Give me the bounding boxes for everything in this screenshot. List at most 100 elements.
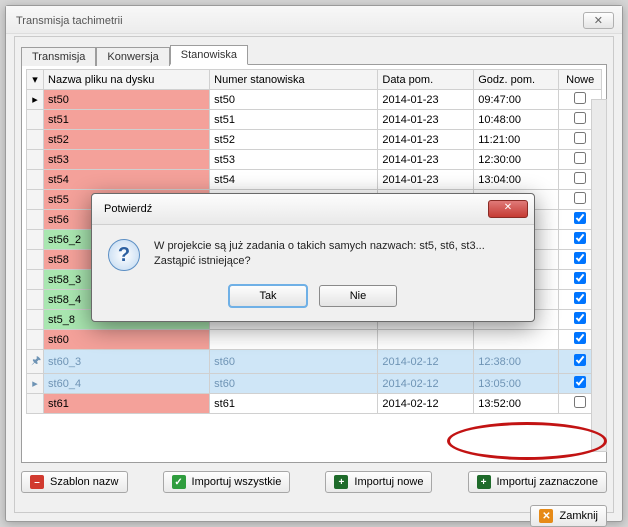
row-marker	[27, 270, 44, 290]
dialog-close-button[interactable]: ✕	[488, 200, 528, 218]
cell-date: 2014-01-23	[378, 90, 474, 110]
cell-date: 2014-01-23	[378, 130, 474, 150]
cell-date: 2014-01-23	[378, 170, 474, 190]
row-marker	[27, 170, 44, 190]
new-checkbox[interactable]	[574, 92, 586, 104]
window-close-button[interactable]: ✕	[583, 12, 614, 29]
table-row[interactable]: st52st522014-01-2311:21:00	[27, 130, 602, 150]
import-all-button[interactable]: ✓ Importuj wszystkie	[163, 471, 291, 493]
vertical-scrollbar[interactable]	[591, 99, 607, 452]
dialog-title: Potwierdź	[104, 203, 152, 215]
table-row[interactable]: ▸st50st502014-01-2309:47:00	[27, 90, 602, 110]
cell-date: 2014-02-12	[378, 350, 474, 374]
grid-header-time[interactable]: Godz. pom.	[474, 70, 559, 90]
new-checkbox[interactable]	[574, 212, 586, 224]
tab-stanowiska[interactable]: Stanowiska	[170, 45, 248, 65]
row-marker: 🖈	[27, 350, 44, 374]
import-all-label: Importuj wszystkie	[192, 476, 282, 488]
plus-icon: +	[334, 475, 348, 489]
cell-time: 13:05:00	[474, 374, 559, 394]
grid-header-new[interactable]: Nowe	[559, 70, 602, 90]
cell-station: st60	[210, 374, 378, 394]
new-checkbox[interactable]	[574, 354, 586, 366]
import-new-button[interactable]: + Importuj nowe	[325, 471, 432, 493]
new-checkbox[interactable]	[574, 376, 586, 388]
cell-filename: st60_3	[44, 350, 210, 374]
tab-konwersja[interactable]: Konwersja	[96, 47, 169, 66]
cell-time: 12:30:00	[474, 150, 559, 170]
dialog-no-button[interactable]: Nie	[319, 285, 397, 307]
cell-filename: st52	[44, 130, 210, 150]
cell-time: 09:47:00	[474, 90, 559, 110]
dialog-titlebar: Potwierdź ✕	[92, 194, 534, 225]
row-marker	[27, 190, 44, 210]
row-marker	[27, 310, 44, 330]
row-marker	[27, 290, 44, 310]
table-row[interactable]: 🖈st60_3st602014-02-1212:38:00	[27, 350, 602, 374]
cell-filename: st60	[44, 330, 210, 350]
cell-date: 2014-01-23	[378, 110, 474, 130]
close-button[interactable]: ✕ Zamknij	[530, 505, 607, 527]
cell-filename: st50	[44, 90, 210, 110]
table-row[interactable]: st60	[27, 330, 602, 350]
tab-strip: Transmisja Konwersja Stanowiska	[21, 43, 607, 65]
row-marker: ▸	[27, 374, 44, 394]
table-row[interactable]: st51st512014-01-2310:48:00	[27, 110, 602, 130]
import-selected-label: Importuj zaznaczone	[497, 476, 599, 488]
table-row[interactable]: st54st542014-01-2313:04:00	[27, 170, 602, 190]
confirm-dialog: Potwierdź ✕ ? W projekcie są już zadania…	[91, 193, 535, 322]
new-checkbox[interactable]	[574, 312, 586, 324]
row-marker	[27, 230, 44, 250]
cell-station: st50	[210, 90, 378, 110]
cell-station: st51	[210, 110, 378, 130]
cell-time: 13:52:00	[474, 394, 559, 414]
cell-station: st54	[210, 170, 378, 190]
dialog-text: W projekcie są już zadania o takich samy…	[154, 239, 485, 271]
new-checkbox[interactable]	[574, 292, 586, 304]
row-marker	[27, 250, 44, 270]
import-new-label: Importuj nowe	[354, 476, 423, 488]
new-checkbox[interactable]	[574, 232, 586, 244]
new-checkbox[interactable]	[574, 172, 586, 184]
grid-header-date[interactable]: Data pom.	[378, 70, 474, 90]
dialog-yes-button[interactable]: Tak	[229, 285, 307, 307]
toolbar: – Szablon nazw ✓ Importuj wszystkie + Im…	[21, 471, 607, 493]
new-checkbox[interactable]	[574, 332, 586, 344]
new-checkbox[interactable]	[574, 272, 586, 284]
new-checkbox[interactable]	[574, 152, 586, 164]
row-marker	[27, 330, 44, 350]
cell-time: 10:48:00	[474, 110, 559, 130]
cell-station: st53	[210, 150, 378, 170]
table-row[interactable]: st53st532014-01-2312:30:00	[27, 150, 602, 170]
titlebar: Transmisja tachimetrii ✕	[6, 6, 622, 34]
template-names-button[interactable]: – Szablon nazw	[21, 471, 128, 493]
dialog-body: ? W projekcie są już zadania o takich sa…	[92, 225, 534, 279]
new-checkbox[interactable]	[574, 132, 586, 144]
import-selected-button[interactable]: + Importuj zaznaczone	[468, 471, 608, 493]
table-row[interactable]: ▸st60_4st602014-02-1213:05:00	[27, 374, 602, 394]
cell-station	[210, 330, 378, 350]
row-marker	[27, 150, 44, 170]
new-checkbox[interactable]	[574, 396, 586, 408]
template-label: Szablon nazw	[50, 476, 119, 488]
cell-date	[378, 330, 474, 350]
check-icon: ✓	[172, 475, 186, 489]
cell-station: st61	[210, 394, 378, 414]
tab-transmisja[interactable]: Transmisja	[21, 47, 96, 66]
cell-date: 2014-01-23	[378, 150, 474, 170]
cell-filename: st60_4	[44, 374, 210, 394]
new-checkbox[interactable]	[574, 192, 586, 204]
cell-filename: st51	[44, 110, 210, 130]
close-icon: ✕	[539, 509, 553, 523]
plus-icon: +	[477, 475, 491, 489]
grid-header-station[interactable]: Numer stanowiska	[210, 70, 378, 90]
cell-station: st52	[210, 130, 378, 150]
row-marker	[27, 394, 44, 414]
dialog-buttons: Tak Nie	[92, 279, 534, 321]
new-checkbox[interactable]	[574, 252, 586, 264]
new-checkbox[interactable]	[574, 112, 586, 124]
row-marker	[27, 210, 44, 230]
table-row[interactable]: st61st612014-02-1213:52:00	[27, 394, 602, 414]
grid-header-file[interactable]: Nazwa pliku na dysku	[44, 70, 210, 90]
grid-header-marker[interactable]: ▾	[27, 70, 44, 90]
